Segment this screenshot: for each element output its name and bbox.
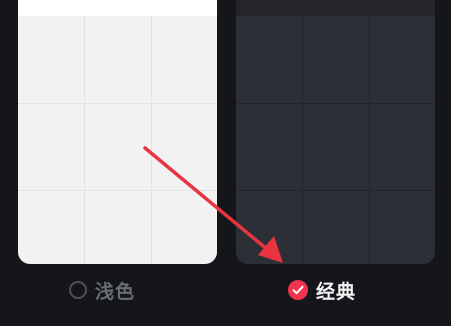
grid-line	[236, 190, 435, 191]
check-circle-icon[interactable]	[288, 280, 308, 300]
preview-header	[236, 0, 435, 16]
light-theme-label: 浅色	[95, 280, 136, 303]
preview-header	[18, 0, 217, 16]
classic-theme-preview[interactable]	[236, 0, 435, 264]
grid-line	[84, 16, 85, 264]
light-theme-preview[interactable]	[18, 0, 217, 264]
light-theme-option[interactable]: 浅色	[69, 278, 136, 303]
classic-theme-label: 经典	[316, 280, 357, 303]
classic-theme-option[interactable]: 经典	[288, 278, 357, 303]
grid-line	[151, 16, 152, 264]
grid-line	[302, 16, 303, 264]
theme-picker: 浅色 经典	[0, 0, 451, 326]
grid-line	[236, 103, 435, 104]
grid-line	[369, 16, 370, 264]
radio-empty-icon[interactable]	[69, 281, 87, 299]
grid-line	[18, 190, 217, 191]
grid-line	[18, 103, 217, 104]
